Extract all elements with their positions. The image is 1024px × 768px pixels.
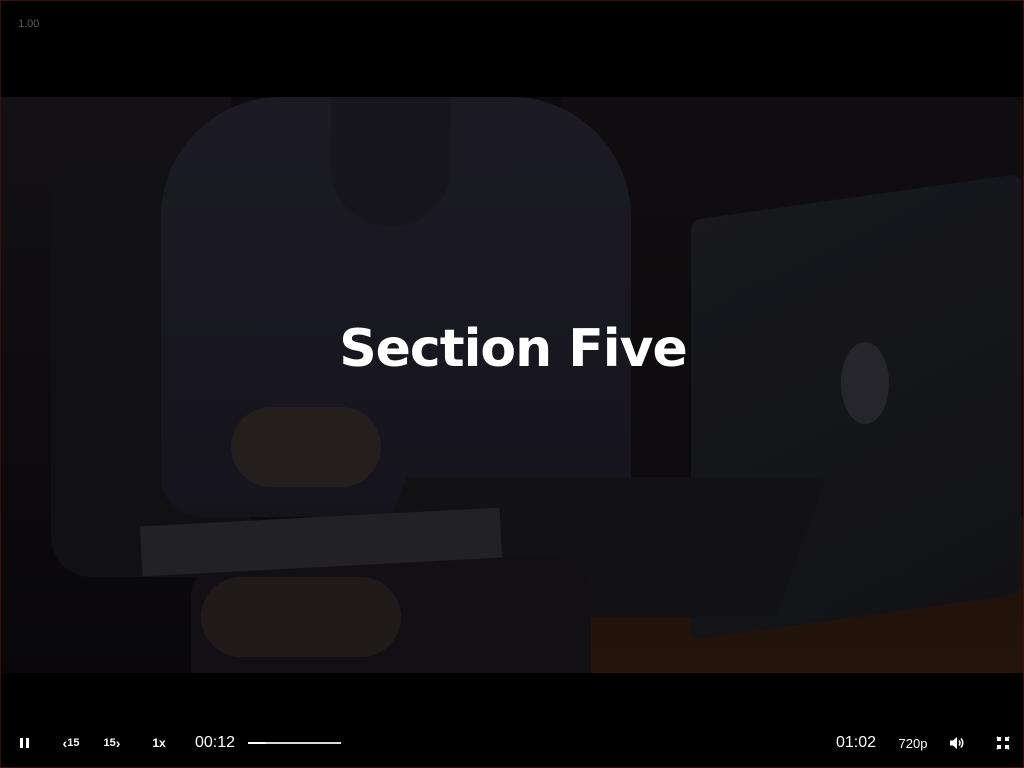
total-time: 01:02: [835, 734, 877, 751]
progress-fill: [248, 742, 266, 744]
video-player[interactable]: 1.00 Section Five ‹ 15 15 › 1x 00:12 01:…: [0, 0, 1024, 768]
forward-15-button[interactable]: 15 ›: [97, 731, 127, 755]
zoom-level: 1.00: [18, 18, 40, 30]
video-scene: [1, 97, 1023, 673]
chevron-right-icon: ›: [115, 735, 121, 751]
section-title: Section Five: [339, 319, 688, 379]
volume-button[interactable]: [945, 731, 969, 755]
pause-icon: [19, 738, 29, 748]
rewind-15-button[interactable]: ‹ 15: [56, 731, 86, 755]
quality-button[interactable]: 720p: [893, 731, 933, 755]
pause-button[interactable]: [13, 731, 35, 755]
rewind-label: 15: [67, 737, 80, 749]
progress-bar[interactable]: [248, 742, 341, 744]
video-frame[interactable]: Section Five: [1, 97, 1023, 673]
exit-fullscreen-button[interactable]: [991, 731, 1015, 755]
current-time: 00:12: [194, 734, 236, 751]
forward-label: 15: [103, 737, 116, 749]
exit-fullscreen-icon: [996, 736, 1010, 750]
playback-speed-button[interactable]: 1x: [147, 731, 171, 755]
control-bar: ‹ 15 15 › 1x 00:12 01:02 720p: [1, 719, 1023, 767]
volume-icon: [950, 737, 964, 749]
